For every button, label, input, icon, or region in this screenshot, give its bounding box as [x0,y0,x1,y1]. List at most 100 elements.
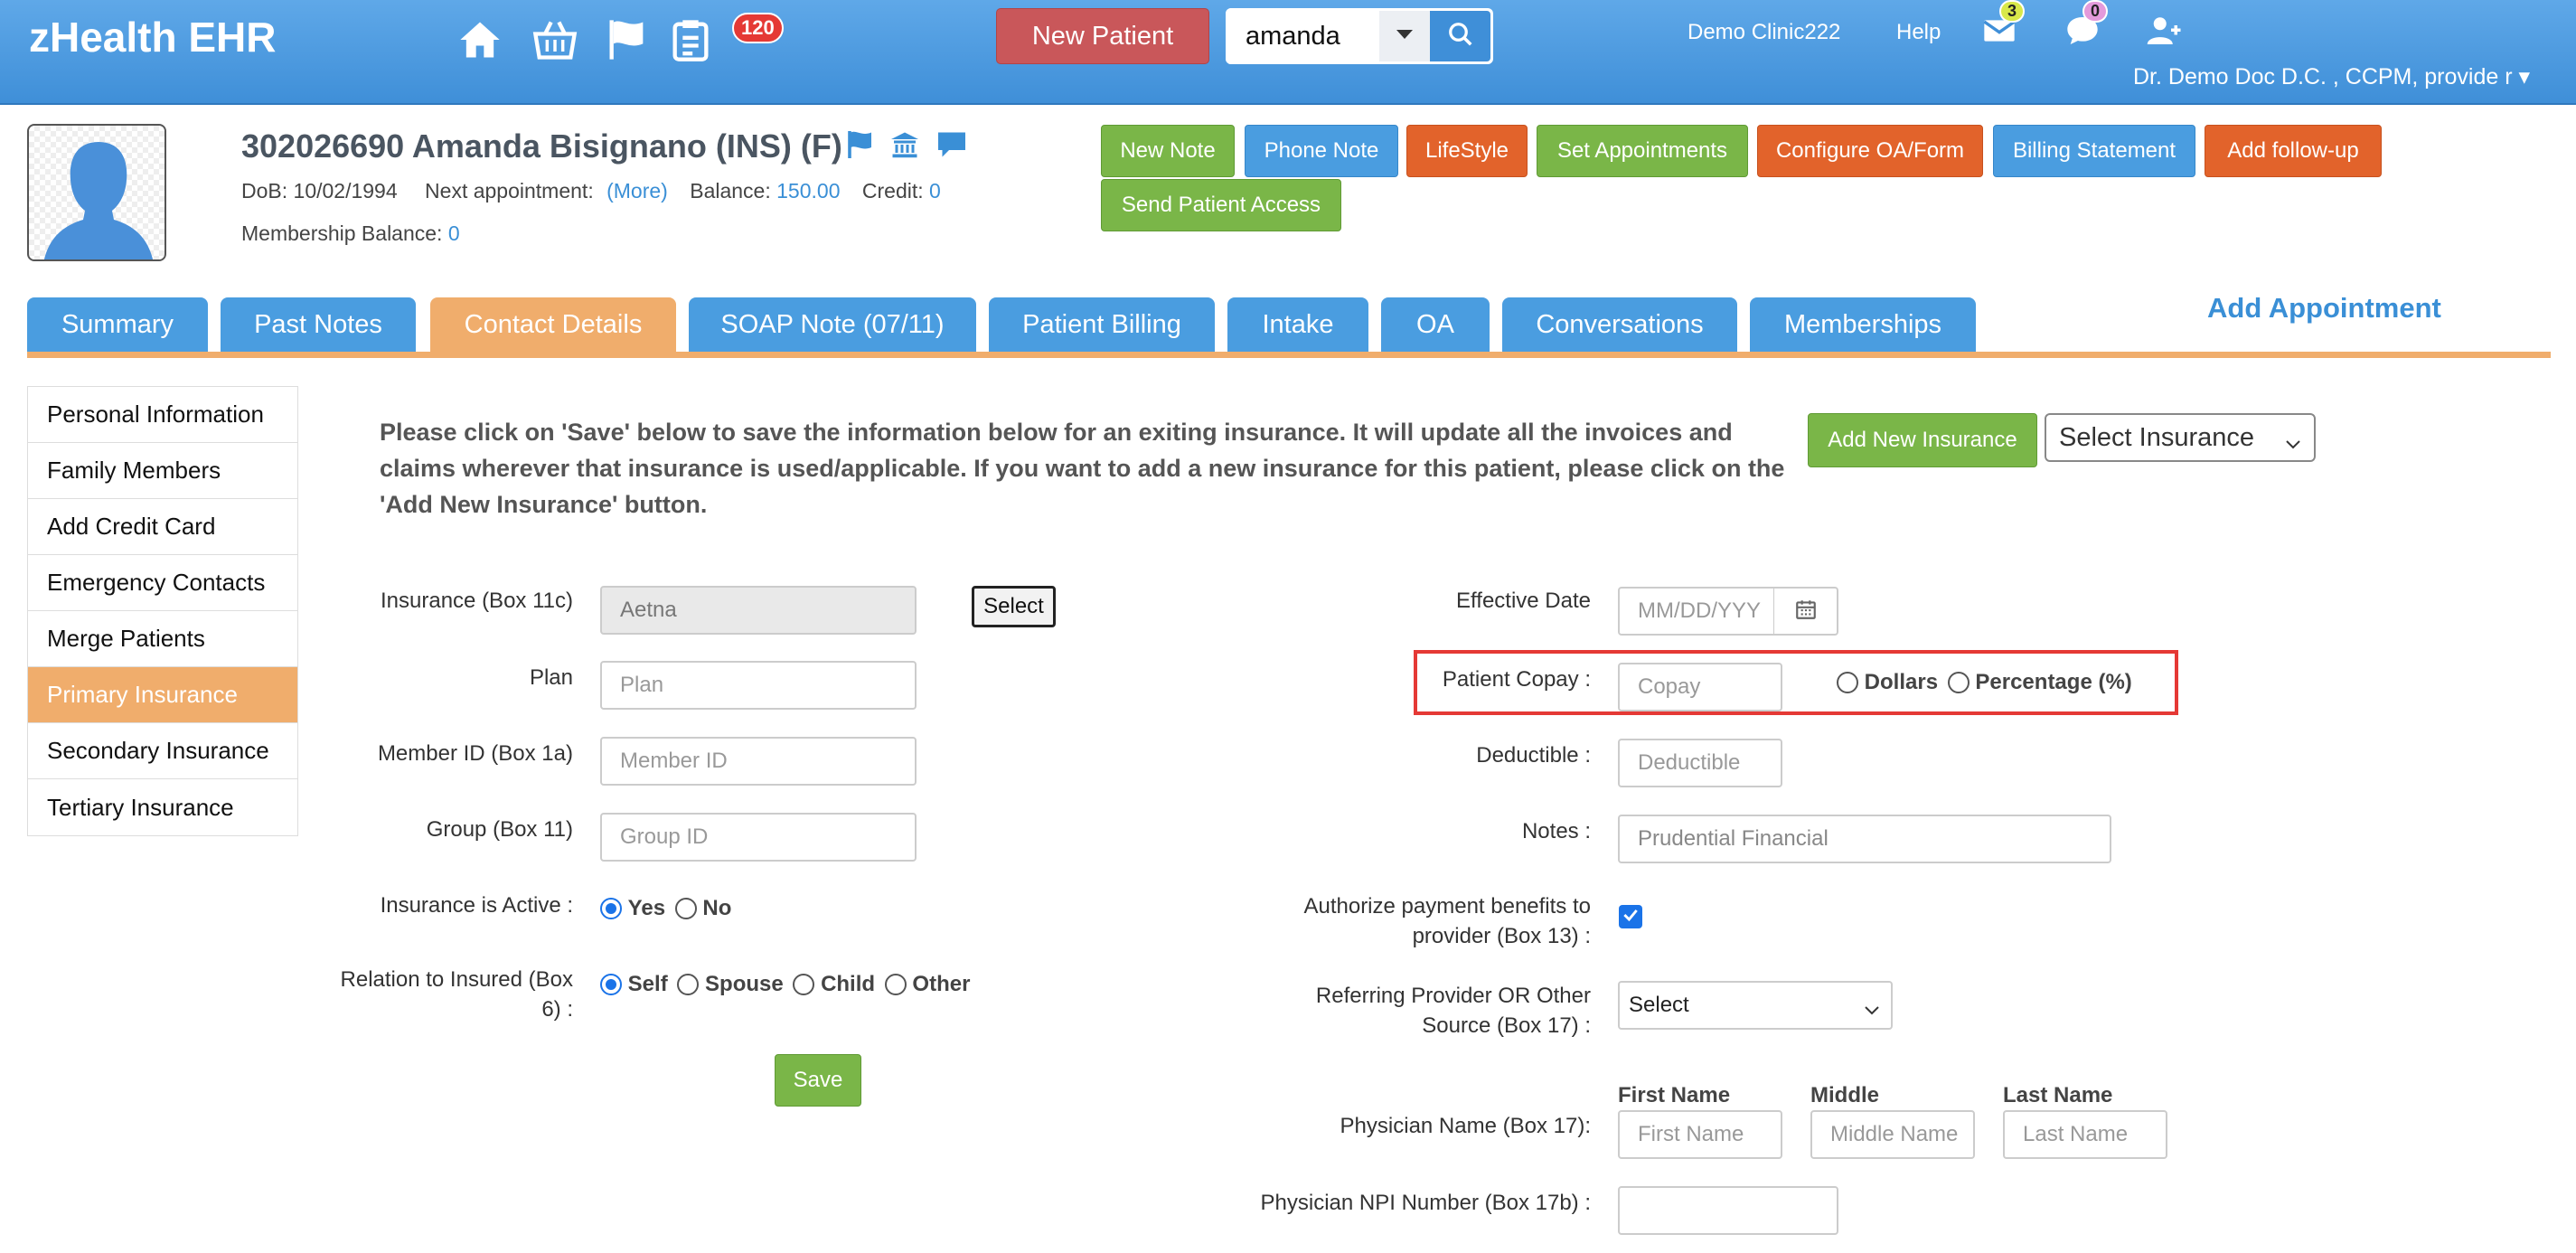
next-appointment-more-link[interactable]: (More) [606,179,668,203]
user-menu[interactable]: Dr. Demo Doc D.C. , CCPM, provide r ▾ [2133,63,2549,90]
bank-icon[interactable] [887,128,923,165]
sidebar-item-primary-insurance[interactable]: Primary Insurance [28,667,297,723]
membership-value[interactable]: 0 [448,221,460,245]
plan-label: Plan [529,665,573,690]
tab-intake[interactable]: Intake [1227,297,1368,352]
group-label: Group (Box 11) [426,817,573,842]
tasks-badge[interactable]: 120 [732,13,784,43]
last-name-header: Last Name [2003,1083,2113,1107]
copay-input[interactable]: Copay [1618,663,1782,711]
search-dropdown-toggle[interactable] [1379,11,1430,61]
plan-input[interactable]: Plan [600,661,917,710]
copay-type-options: Dollars Percentage (%) [1837,669,2136,695]
basket-icon[interactable] [531,16,578,63]
app-title[interactable]: zHealth EHR [29,13,276,61]
tab-memberships[interactable]: Memberships [1750,297,1976,352]
new-note-button[interactable]: New Note [1101,125,1235,177]
relation-child-radio[interactable] [793,973,815,995]
caret-down-icon: ▾ [2518,64,2531,90]
sidebar-item-merge-patients[interactable]: Merge Patients [28,611,297,667]
add-user-icon[interactable] [2146,13,2184,51]
patient-copay-label: Patient Copay : [1442,667,1591,692]
add-follow-up-button[interactable]: Add follow-up [2205,125,2382,177]
tab-contact-details[interactable]: Contact Details [430,297,676,352]
flag-icon[interactable] [843,128,878,165]
sidebar-item-add-credit-card[interactable]: Add Credit Card [28,499,297,555]
authorize-payment-label: Authorize payment benefits to provider (… [1303,894,1591,948]
select-insurance-value: Select Insurance [2059,422,2255,452]
tab-past-notes[interactable]: Past Notes [221,297,416,352]
comment-icon[interactable] [934,128,970,165]
deductible-input[interactable]: Deductible [1618,739,1782,787]
relation-self-radio[interactable] [600,973,622,995]
physician-npi-label: Physician NPI Number (Box 17b) : [1260,1191,1591,1215]
group-id-input[interactable]: Group ID [600,813,917,862]
add-new-insurance-button[interactable]: Add New Insurance [1808,413,2037,467]
send-patient-access-button[interactable]: Send Patient Access [1101,179,1341,231]
chevron-down-icon [1864,997,1880,1022]
sidebar-item-emergency-contacts[interactable]: Emergency Contacts [28,555,297,611]
member-id-input[interactable]: Member ID [600,737,917,786]
middle-name-header: Middle [1810,1083,1879,1107]
insurance-select-button[interactable]: Select [972,586,1056,627]
sidebar-item-family-members[interactable]: Family Members [28,443,297,499]
insurance-field[interactable]: Aetna [600,586,917,635]
physician-first-name-input[interactable]: First Name [1618,1110,1782,1159]
sidebar-item-secondary-insurance[interactable]: Secondary Insurance [28,723,297,779]
physician-last-name-input[interactable]: Last Name [2003,1110,2167,1159]
tab-summary[interactable]: Summary [27,297,208,352]
phone-note-button[interactable]: Phone Note [1245,125,1398,177]
search-button[interactable] [1430,11,1490,61]
configure-oa-form-button[interactable]: Configure OA/Form [1757,125,1983,177]
messages-badge[interactable]: 3 [1999,0,2026,23]
effective-date-input[interactable]: MM/DD/YYY [1618,587,1779,636]
set-appointments-button[interactable]: Set Appointments [1537,125,1748,177]
active-no-radio[interactable] [674,897,697,919]
insurance-active-label: Insurance is Active : [380,893,573,918]
select-insurance-dropdown[interactable]: Select Insurance [2045,413,2316,462]
save-button[interactable]: Save [775,1054,861,1107]
physician-middle-name-input[interactable]: Middle Name [1810,1110,1975,1159]
tab-conversations[interactable]: Conversations [1502,297,1737,352]
billing-statement-button[interactable]: Billing Statement [1993,125,2195,177]
tab-soap-note[interactable]: SOAP Note (07/11) [689,297,976,352]
balance-value[interactable]: 150.00 [776,179,840,203]
notes-label: Notes : [1521,819,1591,843]
sidebar-item-tertiary-insurance[interactable]: Tertiary Insurance [28,779,297,835]
contact-details-menu: Personal Information Family Members Add … [27,386,298,836]
membership-label: Membership Balance: [241,221,443,245]
tab-patient-billing[interactable]: Patient Billing [989,297,1215,352]
referring-provider-select[interactable]: Select [1618,981,1893,1030]
add-appointment-link[interactable]: Add Appointment [2207,292,2441,325]
patient-avatar[interactable] [27,124,166,261]
tab-oa[interactable]: OA [1381,297,1490,352]
flag-icon[interactable] [604,16,651,63]
notes-input[interactable]: Prudential Financial [1618,815,2111,863]
credit-value[interactable]: 0 [929,179,941,203]
copay-percentage-label: Percentage (%) [1975,669,2132,694]
clinic-link[interactable]: Demo Clinic222 [1688,20,1840,45]
effective-date-label: Effective Date [1456,589,1591,613]
relation-spouse-radio[interactable] [677,973,700,995]
relation-self-label: Self [627,971,668,996]
sidebar-item-personal-information[interactable]: Personal Information [28,387,297,443]
physician-npi-input[interactable] [1618,1186,1838,1235]
date-picker-button[interactable] [1773,587,1838,636]
authorize-payment-checkbox[interactable] [1619,905,1642,928]
active-yes-radio[interactable] [600,897,622,919]
new-patient-button[interactable]: New Patient [996,8,1209,64]
relation-options: Self Spouse Child Other [600,971,973,997]
calendar-icon [1794,598,1818,626]
copay-percentage-radio[interactable] [1947,671,1970,693]
next-appointment-label: Next appointment: [425,179,594,203]
home-icon[interactable] [456,16,503,63]
clipboard-icon[interactable] [667,16,714,63]
lifestyle-button[interactable]: LifeStyle [1406,125,1528,177]
help-link[interactable]: Help [1896,20,1941,45]
copay-dollars-radio[interactable] [1837,671,1858,693]
search-icon [1447,21,1474,52]
chat-badge[interactable]: 0 [2082,0,2109,23]
relation-other-radio[interactable] [884,973,907,995]
chevron-down-icon [2285,428,2301,457]
patient-search-input[interactable] [1226,8,1379,64]
